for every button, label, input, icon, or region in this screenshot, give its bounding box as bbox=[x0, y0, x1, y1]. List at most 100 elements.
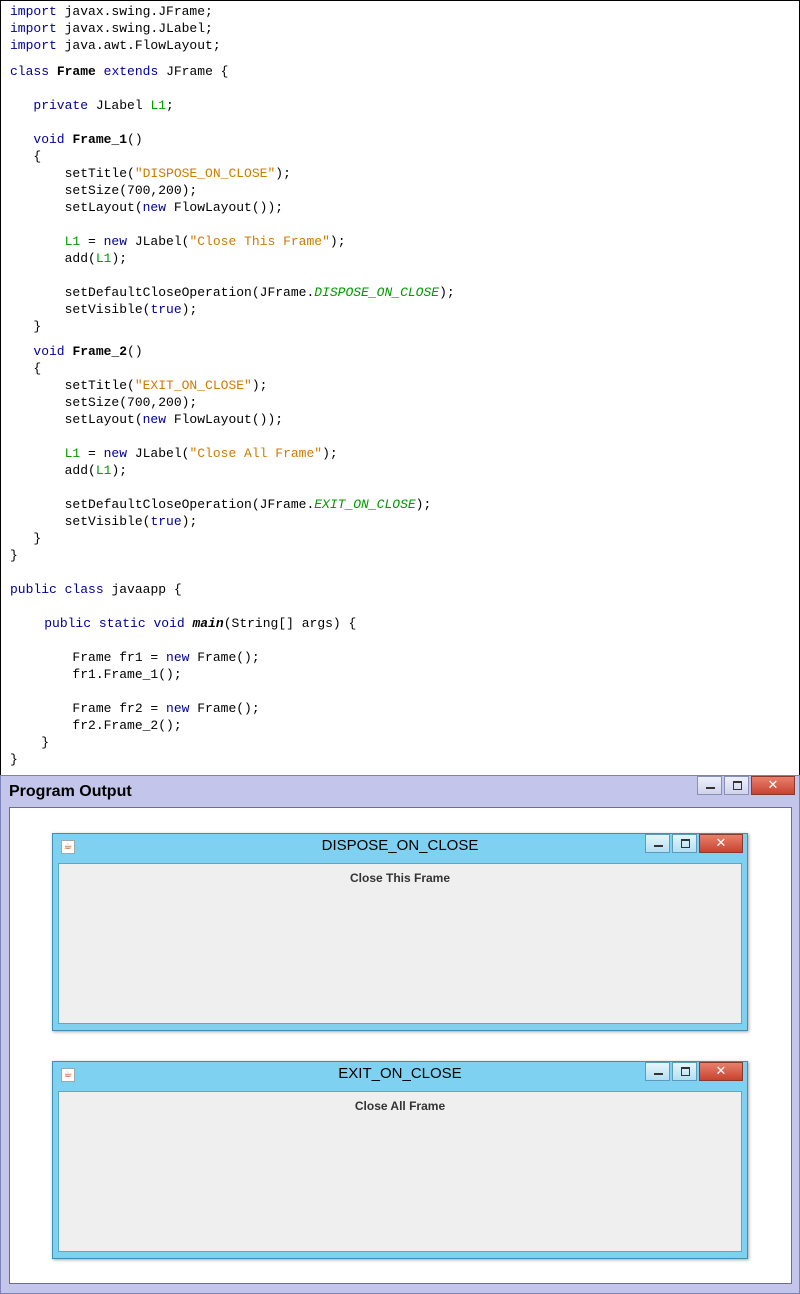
code-token: add( bbox=[10, 251, 96, 266]
code-token: "Close This Frame" bbox=[189, 234, 330, 249]
jframe-title: DISPOSE_ON_CLOSE bbox=[321, 837, 479, 854]
jframe-maximize-button[interactable] bbox=[672, 834, 697, 853]
code-token: ); bbox=[181, 514, 198, 529]
jframe-maximize-button[interactable] bbox=[672, 1062, 697, 1081]
code-token: "EXIT_ON_CLOSE" bbox=[134, 378, 252, 393]
code-token: = bbox=[80, 446, 104, 461]
code-token: true bbox=[150, 514, 182, 529]
output-minimize-button[interactable] bbox=[697, 776, 722, 795]
code-line: { bbox=[10, 360, 41, 377]
code-token: class bbox=[64, 582, 104, 597]
code-token: JLabel bbox=[88, 98, 151, 113]
jframe-minimize-button[interactable] bbox=[645, 834, 670, 853]
program-output-window: Program Output ✕ ☕ DISPOSE_ON_CLOSE ✕ Cl… bbox=[0, 775, 800, 1294]
code-token: ); bbox=[322, 446, 338, 461]
jframe-content-pane: Close This Frame bbox=[58, 863, 742, 1024]
code-token: setDefaultCloseOperation(JFrame. bbox=[10, 285, 315, 300]
code-token: ); bbox=[439, 285, 455, 300]
code-token: fr1.Frame_1(); bbox=[10, 667, 182, 682]
code-token: "Close All Frame" bbox=[189, 446, 323, 461]
code-token: EXIT_ON_CLOSE bbox=[314, 497, 416, 512]
code-line: L1 = new JLabel("Close All Frame"); bbox=[10, 445, 338, 462]
code-token: setTitle( bbox=[10, 378, 135, 393]
code-line: setDefaultCloseOperation(JFrame.DISPOSE_… bbox=[10, 284, 455, 301]
code-line: public class javaapp { bbox=[10, 581, 182, 598]
output-window-controls: ✕ bbox=[697, 776, 795, 796]
code-line: import javax.swing.JLabel; bbox=[10, 20, 213, 37]
jframe-close-button[interactable]: ✕ bbox=[699, 834, 743, 853]
output-window-title: Program Output bbox=[9, 783, 132, 800]
code-token: extends bbox=[103, 64, 159, 79]
code-token: main bbox=[192, 616, 224, 631]
jframe-dispose-on-close: ☕ DISPOSE_ON_CLOSE ✕ Close This Frame bbox=[52, 833, 748, 1031]
code-token: L1 bbox=[64, 446, 81, 461]
code-token: setSize(700,200); bbox=[10, 183, 198, 198]
code-token: new bbox=[103, 234, 128, 249]
code-token: JLabel( bbox=[127, 446, 190, 461]
code-token: new bbox=[166, 650, 190, 665]
code-token: void bbox=[153, 616, 185, 631]
code-token: new bbox=[103, 446, 128, 461]
jlabel: Close This Frame bbox=[349, 871, 451, 885]
code-token: add( bbox=[10, 463, 96, 478]
code-token: setVisible( bbox=[10, 302, 151, 317]
code-token: javax.swing.JLabel; bbox=[56, 21, 213, 36]
jframe-controls: ✕ bbox=[645, 834, 743, 854]
code-line: } bbox=[10, 547, 18, 564]
jframe-close-button[interactable]: ✕ bbox=[699, 1062, 743, 1081]
code-line: void Frame_1() bbox=[10, 131, 142, 148]
code-token: JLabel( bbox=[127, 234, 190, 249]
code-token: ); bbox=[251, 378, 268, 393]
code-token: setDefaultCloseOperation(JFrame. bbox=[10, 497, 315, 512]
code-token: import bbox=[10, 21, 57, 36]
code-token: } bbox=[10, 531, 42, 546]
jframe-exit-on-close: ☕ EXIT_ON_CLOSE ✕ Close All Frame bbox=[52, 1061, 748, 1259]
code-token: public bbox=[10, 582, 57, 597]
code-line: } bbox=[10, 734, 49, 751]
code-token: import bbox=[10, 38, 57, 53]
code-token: setVisible( bbox=[10, 514, 151, 529]
code-token: Frame(); bbox=[189, 701, 260, 716]
close-icon: ✕ bbox=[715, 1064, 727, 1079]
code-token: setTitle( bbox=[10, 166, 135, 181]
maximize-icon bbox=[681, 839, 690, 848]
code-line: setVisible(true); bbox=[10, 301, 198, 318]
jframe-minimize-button[interactable] bbox=[645, 1062, 670, 1081]
code-token: L1 bbox=[95, 463, 112, 478]
minimize-icon bbox=[654, 1073, 663, 1075]
minimize-icon bbox=[654, 845, 663, 847]
output-close-button[interactable]: ✕ bbox=[751, 776, 795, 795]
code-token: { bbox=[10, 149, 42, 164]
code-token: } bbox=[10, 752, 18, 767]
jframe-content-pane: Close All Frame bbox=[58, 1091, 742, 1252]
code-line: setLayout(new FlowLayout()); bbox=[10, 199, 283, 216]
code-token: } bbox=[10, 548, 18, 563]
code-token: private bbox=[33, 98, 89, 113]
code-token: DISPOSE_ON_CLOSE bbox=[314, 285, 440, 300]
code-token: } bbox=[10, 319, 42, 334]
code-token: L1 bbox=[150, 98, 167, 113]
code-token: new bbox=[142, 200, 167, 215]
output-content-area: ☕ DISPOSE_ON_CLOSE ✕ Close This Frame ☕ … bbox=[9, 807, 792, 1284]
code-token: Frame bbox=[56, 64, 96, 79]
output-maximize-button[interactable] bbox=[724, 776, 749, 795]
code-token: new bbox=[142, 412, 167, 427]
code-token: () bbox=[127, 344, 143, 359]
code-line: Frame fr1 = new Frame(); bbox=[10, 649, 259, 666]
code-token: void bbox=[33, 132, 65, 147]
code-line: } bbox=[10, 318, 41, 335]
code-line: setTitle("EXIT_ON_CLOSE"); bbox=[10, 377, 268, 394]
code-token: ); bbox=[415, 497, 432, 512]
code-line: setTitle("DISPOSE_ON_CLOSE"); bbox=[10, 165, 291, 182]
code-token: L1 bbox=[95, 251, 112, 266]
code-token: setLayout( bbox=[10, 200, 143, 215]
code-token: setSize(700,200); bbox=[10, 395, 198, 410]
code-token: FlowLayout()); bbox=[166, 200, 284, 215]
code-line: setVisible(true); bbox=[10, 513, 198, 530]
code-line: class Frame extends JFrame { bbox=[10, 63, 228, 80]
